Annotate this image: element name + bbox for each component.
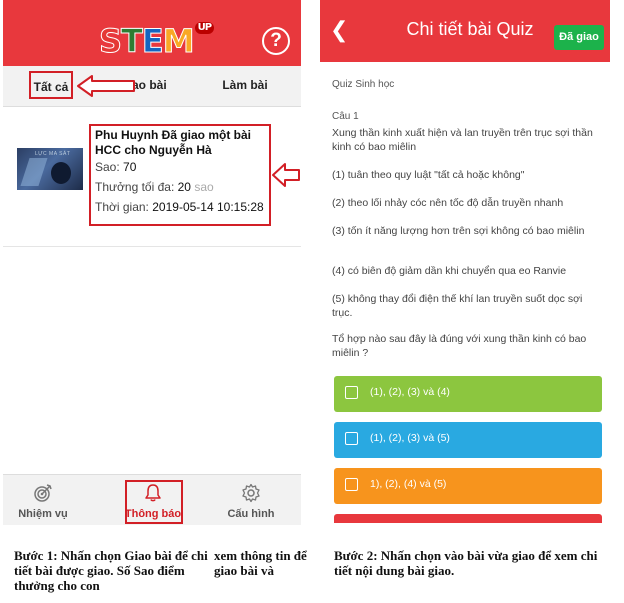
notifications-highlight-box — [125, 480, 183, 524]
answer-label: 1), (2), (4) và (5) — [370, 478, 447, 490]
arrow-left-icon — [77, 75, 135, 97]
answer-label: (1), (2), (3) và (4) — [370, 386, 450, 398]
step1-caption-right: xem thông tin để giao bài và — [214, 548, 307, 578]
step2-caption: Bước 2: Nhấn chọn vào bài vừa giao để xe… — [334, 548, 598, 578]
app-header: S T E M UP ? — [3, 0, 301, 66]
quiz-header: ❮ Chi tiết bài Quiz Đã giao — [320, 0, 610, 62]
assigned-button[interactable]: Đã giao — [554, 25, 604, 50]
checkbox[interactable] — [345, 386, 358, 399]
tab-do-homework[interactable]: Làm bài — [215, 66, 275, 106]
statement-3: (3) tốn ít năng lượng hơn trên sợi không… — [332, 225, 585, 237]
answer-option-b[interactable]: (1), (2), (3) và (5) — [334, 422, 602, 458]
target-icon — [34, 484, 52, 502]
chevron-left-icon[interactable]: ❮ — [330, 19, 354, 43]
stars-line: Sao: 70 — [95, 159, 136, 175]
tab-bar: Tất cả Giao bài Làm bài — [3, 66, 301, 107]
nav-item-settings[interactable]: Cấu hình — [211, 475, 291, 525]
reward-line: Thưởng tối đa: 20 sao — [95, 179, 214, 195]
time-value: 2019-05-14 10:15:28 — [152, 200, 264, 214]
question-number: Câu 1 — [332, 111, 359, 122]
nav-item-missions[interactable]: Nhiệm vụ — [3, 475, 83, 525]
help-circle-icon[interactable]: ? — [262, 27, 290, 55]
reward-value: 20 — [177, 180, 191, 194]
statement-2: (2) theo lối nhảy cóc nên tốc độ dẫn tru… — [332, 197, 564, 209]
tab-all[interactable]: Tất cả — [29, 71, 73, 99]
stars-value: 70 — [123, 160, 137, 174]
time-line: Thời gian: 2019-05-14 10:15:28 — [95, 199, 264, 215]
answer-option-d[interactable] — [334, 514, 602, 523]
nav-label-missions: Nhiệm vụ — [18, 508, 68, 520]
notification-title: Phu Huynh Đã giao một bài HCC cho Nguyễn… — [95, 128, 252, 157]
reward-label: Thưởng tối đa: — [95, 180, 175, 194]
statement-4: (4) có biên độ giảm dần khi chuyển qua e… — [332, 265, 567, 277]
statement-1: (1) tuân theo quy luật "tất cả hoặc khôn… — [332, 169, 525, 181]
thumbnail-shape — [51, 162, 71, 184]
logo-letter-e: E — [141, 22, 164, 60]
time-label: Thời gian: — [95, 200, 149, 214]
question-prompt: Tổ hợp nào sau đây là đúng với xung thần… — [332, 333, 587, 359]
answer-label: (1), (2), (3) và (5) — [370, 432, 450, 444]
arrow-left-icon — [272, 163, 300, 187]
notification-card[interactable]: LỰC MA SÁT Phu Huynh Đã giao một bài HCC… — [3, 116, 301, 247]
logo-letter-t: T — [121, 22, 144, 60]
answer-option-c[interactable]: 1), (2), (4) và (5) — [334, 468, 602, 504]
right-phone-screen: ❮ Chi tiết bài Quiz Đã giao Quiz Sinh họ… — [320, 0, 610, 523]
left-phone-screen: S T E M UP ? Tất cả Giao bài Làm bài LỰC… — [3, 0, 301, 525]
step1-caption: Bước 1: Nhấn chọn Giao bài để chi tiết b… — [14, 548, 208, 593]
checkbox[interactable] — [345, 432, 358, 445]
thumbnail-shape — [20, 158, 48, 186]
nav-label-settings: Cấu hình — [227, 508, 275, 520]
stars-label: Sao: — [95, 160, 120, 174]
lesson-thumbnail: LỰC MA SÁT — [17, 148, 83, 190]
logo-badge: UP — [194, 22, 215, 34]
statement-5: (5) không thay đổi điện thế khí lan truy… — [332, 293, 583, 319]
answer-option-a[interactable]: (1), (2), (3) và (4) — [334, 376, 602, 412]
question-stem: Xung thần kinh xuất hiện và lan truyền t… — [332, 127, 593, 153]
quiz-subject: Quiz Sinh học — [332, 79, 395, 90]
logo-letter-s: S — [98, 22, 122, 60]
notification-highlight-box[interactable]: Phu Huynh Đã giao một bài HCC cho Nguyễn… — [89, 124, 271, 226]
page-title: Chi tiết bài Quiz — [406, 19, 534, 39]
stem-logo: S T E M UP — [98, 22, 215, 60]
logo-letter-m: M — [162, 22, 195, 60]
checkbox[interactable] — [345, 478, 358, 491]
thumbnail-label: LỰC MA SÁT — [35, 151, 71, 157]
reward-unit: sao — [194, 180, 214, 194]
gear-icon — [242, 483, 260, 503]
